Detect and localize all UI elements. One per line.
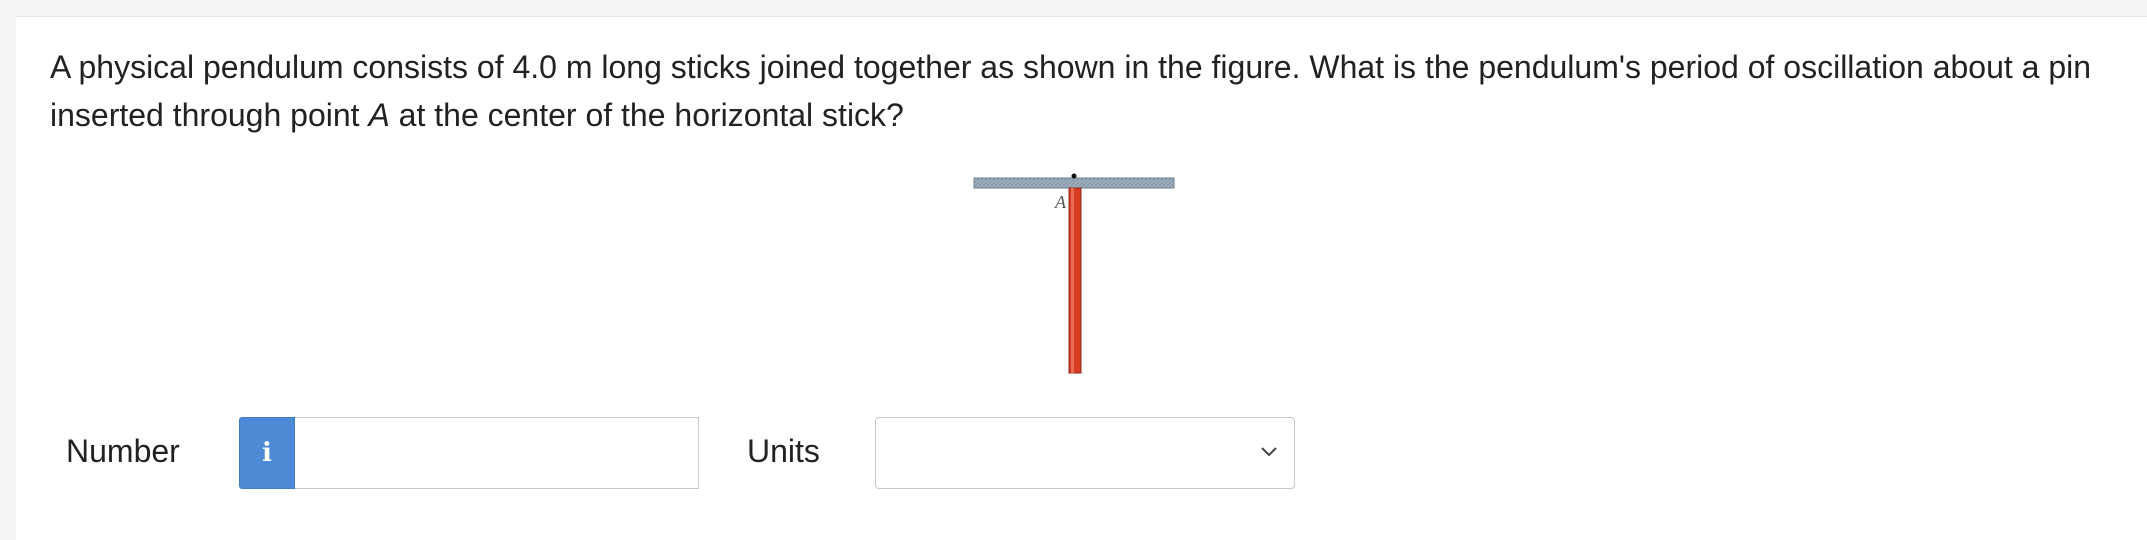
info-icon: i <box>262 438 272 468</box>
answer-row: Number i Units <box>16 417 1416 491</box>
pivot-point <box>1071 173 1077 179</box>
horizontal-stick <box>973 177 1175 189</box>
info-button[interactable]: i <box>239 417 295 489</box>
question-point-label: A <box>368 97 390 133</box>
question-text-after: at the center of the horizontal stick? <box>389 97 904 133</box>
vertical-stick <box>1068 187 1082 374</box>
question-card: A physical pendulum consists of 4.0 m lo… <box>16 16 2147 540</box>
chevron-down-icon <box>1261 447 1277 457</box>
number-input[interactable] <box>295 417 699 489</box>
question-text: A physical pendulum consists of 4.0 m lo… <box>50 43 2110 139</box>
point-a-label: A <box>1054 192 1067 212</box>
pendulum-figure: A <box>971 158 1181 375</box>
number-label: Number <box>66 433 180 469</box>
units-label: Units <box>747 433 820 469</box>
question-text-before: A physical pendulum consists of 4.0 m lo… <box>50 49 2092 133</box>
units-select[interactable] <box>875 417 1295 489</box>
pendulum-diagram: A <box>973 173 1175 374</box>
vertical-stick-highlight <box>1071 188 1074 373</box>
